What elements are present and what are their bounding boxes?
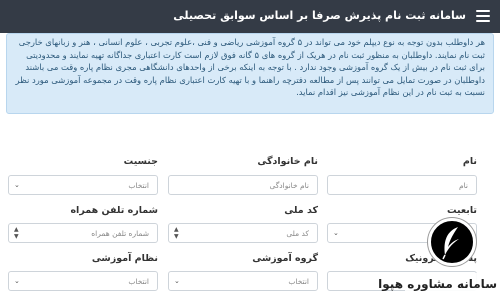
first-name-label: نام: [462, 156, 477, 167]
chevron-down-icon: ⌄: [174, 277, 180, 285]
last-name-label: نام خانوادگی: [257, 156, 318, 167]
national-code-input[interactable]: کد ملی ▲ ▼: [168, 223, 318, 243]
study-group-label: گروه آموزشی: [252, 253, 318, 264]
chevron-down-icon: ⌄: [14, 181, 20, 189]
logo-emblem-icon: [428, 218, 476, 266]
site-logo: سامانه مشاوره هپوا: [378, 218, 497, 298]
national-code-label: کد ملی: [284, 205, 318, 216]
info-line: داوطلبان در صورت تمایل می توانند پس از م…: [15, 74, 485, 85]
education-system-label: نظام آموزشی: [91, 253, 158, 264]
nationality-label: تابعیت: [447, 205, 477, 216]
chevron-down-icon: ⌄: [333, 229, 339, 237]
mobile-placeholder: شماره تلفن همراه: [91, 229, 149, 238]
number-spinner-icon[interactable]: ▲ ▼: [14, 226, 19, 240]
logo-wordmark: سامانه مشاوره هپوا: [378, 273, 497, 297]
chevron-down-icon: ⌄: [14, 277, 20, 285]
title-bar: سامانه ثبت نام پذیرش صرفا بر اساس سوابق …: [0, 0, 500, 33]
info-line: نسبت به ثبت نام در این نظام آموزشی نیز ا…: [296, 87, 485, 98]
mobile-label: شماره تلفن همراه: [70, 205, 158, 216]
gender-select-value: انتخاب: [128, 181, 149, 190]
study-group-select-value: انتخاب: [288, 277, 309, 286]
info-line: برای ثبت نام در بیش از یک گروه آموزشی وج…: [25, 62, 485, 73]
education-system-select[interactable]: انتخاب ⌄: [8, 271, 158, 291]
education-system-select-value: انتخاب: [128, 277, 149, 286]
study-group-select[interactable]: انتخاب ⌄: [168, 271, 318, 291]
national-code-placeholder: کد ملی: [286, 229, 309, 238]
first-name-input[interactable]: نام: [327, 175, 477, 195]
number-spinner-icon[interactable]: ▲ ▼: [174, 226, 179, 240]
gender-label: جنسیت: [123, 156, 158, 167]
quill-icon: [442, 227, 459, 260]
hamburger-menu-icon[interactable]: [476, 10, 490, 22]
info-alert: هر داوطلب بدون توجه به نوع دیپلم خود می …: [6, 33, 494, 114]
info-line: هر داوطلب بدون توجه به نوع دیپلم خود می …: [18, 37, 485, 47]
mobile-input[interactable]: شماره تلفن همراه ▲ ▼: [8, 223, 158, 243]
info-line: ثبت نام نمایند. داوطلبان به منظور ثبت نا…: [26, 49, 485, 60]
last-name-input[interactable]: نام خانوادگی: [168, 175, 318, 195]
gender-select[interactable]: انتخاب ⌄: [8, 175, 158, 195]
page-title: سامانه ثبت نام پذیرش صرفا بر اساس سوابق …: [173, 9, 466, 22]
